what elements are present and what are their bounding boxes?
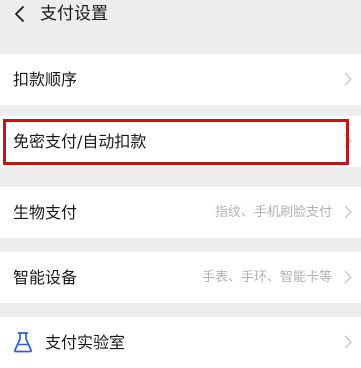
row-label: 扣款顺序 bbox=[13, 70, 78, 89]
chevron-right-icon bbox=[344, 205, 352, 219]
flask-icon bbox=[14, 332, 32, 353]
row-payment-lab[interactable]: 支付实验室 bbox=[0, 317, 361, 368]
row-label: 生物支付 bbox=[13, 203, 78, 222]
row-value: 指纹、手机刷脸支付 bbox=[214, 205, 332, 220]
row-label: 支付实验室 bbox=[45, 333, 126, 352]
row-smart-devices[interactable]: 智能设备 手表、手环、智能卡等 bbox=[0, 252, 361, 303]
row-value: 手表、手环、智能卡等 bbox=[201, 270, 332, 285]
back-icon[interactable] bbox=[12, 5, 28, 23]
chevron-right-icon bbox=[344, 335, 352, 349]
page-title: 支付设置 bbox=[40, 4, 108, 24]
row-biometric-payment[interactable]: 生物支付 指纹、手机刷脸支付 bbox=[0, 187, 361, 238]
row-deduction-order[interactable]: 扣款顺序 bbox=[0, 54, 361, 105]
chevron-right-icon bbox=[344, 134, 352, 148]
row-label: 智能设备 bbox=[13, 268, 78, 287]
row-password-free-payment[interactable]: 免密支付/自动扣款 bbox=[0, 116, 361, 167]
row-label: 免密支付/自动扣款 bbox=[13, 132, 147, 151]
chevron-right-icon bbox=[344, 270, 352, 284]
top-bar: 支付设置 bbox=[0, 0, 361, 34]
chevron-right-icon bbox=[344, 72, 352, 86]
